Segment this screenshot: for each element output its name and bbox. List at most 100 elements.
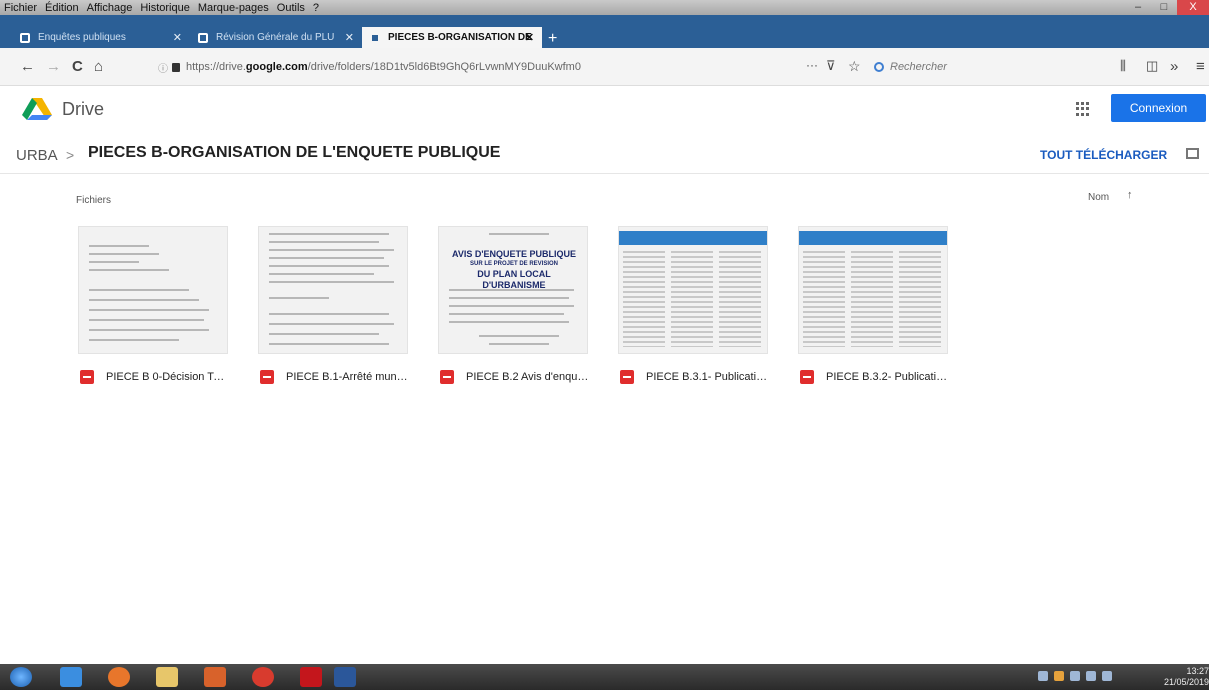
thumbnail-heading-line3: DU PLAN LOCAL D'URBANISME (477, 269, 551, 290)
clock[interactable]: 13:27 21/05/2019 (1164, 666, 1209, 688)
acrobat-icon[interactable] (300, 667, 322, 687)
lock-icon (172, 62, 180, 72)
search-placeholder: Rechercher (890, 61, 947, 73)
navigation-bar: ← → C ⌂ ⓘ https://drive. google.com/drive… (0, 48, 1209, 86)
drive-app-name[interactable]: Drive (62, 99, 104, 120)
sort-by-name[interactable]: Nom (1088, 192, 1109, 203)
search-icon (874, 62, 884, 72)
file-footer: PIECE B 0-Décision TA ... (80, 366, 230, 388)
tab-label: Révision Générale du PLU (216, 32, 335, 43)
window-controls: – □ X (1125, 0, 1209, 15)
network-icon[interactable] (1086, 671, 1096, 681)
start-button-icon[interactable] (10, 667, 32, 687)
file-card[interactable]: PIECE B 0-Décision TA ... (70, 226, 230, 398)
tray-icon[interactable] (1070, 671, 1080, 681)
menu-tools[interactable]: Outils (277, 2, 305, 14)
file-thumbnail[interactable]: AVIS D'ENQUETE PUBLIQUE SUR LE PROJET DE… (438, 226, 588, 354)
tab-close-icon[interactable]: ✕ (525, 31, 534, 44)
file-name: PIECE B.3.2- Publicatio... (826, 371, 950, 383)
menu-edit[interactable]: Édition (45, 2, 79, 14)
library-icon[interactable]: ⫼ (1120, 58, 1126, 74)
file-card[interactable]: PIECE B.3.2- Publicatio... (790, 226, 950, 398)
sort-direction-icon[interactable]: ↑ (1127, 189, 1133, 201)
hamburger-menu-icon[interactable]: ≡ (1196, 58, 1205, 75)
home-icon[interactable]: ⌂ (94, 58, 103, 75)
search-input[interactable]: Rechercher (874, 54, 1074, 80)
drive-logo-icon[interactable] (22, 98, 52, 120)
taskbar: 13:27 21/05/2019 (0, 664, 1209, 690)
tab-pieces-b[interactable]: PIECES B-ORGANISATION DE ✕ (362, 27, 542, 48)
maximize-button[interactable]: □ (1151, 0, 1177, 15)
tab-close-icon[interactable]: ✕ (345, 31, 354, 44)
menu-view[interactable]: Affichage (87, 2, 133, 14)
back-icon[interactable]: ← (20, 58, 35, 75)
tab-favicon-icon (198, 32, 208, 43)
file-card[interactable]: PIECE B.1-Arrêté munic... (250, 226, 410, 398)
internet-explorer-icon[interactable] (60, 667, 82, 687)
signin-button[interactable]: Connexion (1111, 94, 1206, 122)
url-domain: google.com (245, 61, 308, 73)
menu-history[interactable]: Historique (140, 2, 190, 14)
page-actions-icon[interactable]: ··· (806, 58, 818, 72)
tray-icon[interactable] (1038, 671, 1048, 681)
bookmark-star-icon[interactable]: ☆ (848, 58, 861, 75)
file-footer: PIECE B.3.2- Publicatio... (800, 366, 950, 388)
tab-label: PIECES B-ORGANISATION DE (388, 32, 532, 43)
thumbnail-heading-line1: AVIS D'ENQUETE PUBLIQUE (452, 249, 576, 259)
file-card[interactable]: AVIS D'ENQUETE PUBLIQUE SUR LE PROJET DE… (430, 226, 590, 398)
close-window-button[interactable]: X (1177, 0, 1209, 15)
file-footer: PIECE B.2 Avis d'enquê... (440, 366, 590, 388)
file-thumbnail[interactable] (618, 226, 768, 354)
menu-bookmarks[interactable]: Marque-pages (198, 2, 269, 14)
drive-favicon-icon (370, 32, 380, 43)
tab-favicon-icon (20, 32, 30, 43)
pdf-icon (260, 370, 274, 384)
reload-icon[interactable]: C (72, 58, 83, 75)
clock-time: 13:27 (1186, 666, 1209, 676)
sidebar-icon[interactable]: ◫ (1146, 58, 1158, 74)
file-name: PIECE B.3.1- Publicatio... (646, 371, 770, 383)
file-explorer-icon[interactable] (156, 667, 178, 687)
tab-label: Enquêtes publiques (38, 32, 126, 43)
file-card[interactable]: PIECE B.3.1- Publicatio... (610, 226, 770, 398)
pocket-icon[interactable]: ⊽ (826, 58, 836, 74)
breadcrumb: URBA > PIECES B-ORGANISATION DE L'ENQUET… (0, 136, 1209, 174)
tab-close-icon[interactable]: ✕ (173, 31, 182, 44)
list-view-icon[interactable] (1186, 148, 1199, 159)
volume-icon[interactable] (1102, 671, 1112, 681)
word-icon[interactable] (334, 667, 356, 687)
overflow-icon[interactable]: » (1170, 58, 1178, 75)
files-section-label: Fichiers (76, 195, 112, 206)
folder-title: PIECES B-ORGANISATION DE L'ENQUETE PUBLI… (88, 144, 501, 161)
file-thumbnail[interactable] (258, 226, 408, 354)
apps-grid-icon[interactable] (1076, 102, 1090, 116)
clock-date: 21/05/2019 (1164, 677, 1209, 687)
tab-enquetes-publiques[interactable]: Enquêtes publiques ✕ (12, 27, 190, 48)
firefox-icon[interactable] (108, 667, 130, 687)
file-name: PIECE B.2 Avis d'enquê... (466, 371, 590, 383)
tab-strip: Enquêtes publiques ✕ Révision Générale d… (0, 15, 1209, 48)
info-icon[interactable]: ⓘ (158, 60, 168, 75)
tray-icon[interactable] (1054, 671, 1064, 681)
forward-icon[interactable]: → (46, 58, 61, 75)
office-icon[interactable] (204, 667, 226, 687)
tab-revision-plu[interactable]: Révision Générale du PLU ✕ (190, 27, 362, 48)
minimize-button[interactable]: – (1125, 0, 1151, 15)
new-tab-button[interactable]: + (548, 30, 557, 48)
url-bar[interactable]: ⓘ https://drive. google.com/drive/folders… (158, 54, 868, 80)
breadcrumb-root[interactable]: URBA (16, 147, 58, 164)
pdf-icon (440, 370, 454, 384)
url-path: /drive/folders/18D1tv5ld6Bt9GhQ6rLvwnMY9… (307, 61, 581, 73)
file-thumbnail[interactable] (798, 226, 948, 354)
pdf-icon (800, 370, 814, 384)
menu-file[interactable]: Fichier (4, 2, 37, 14)
menu-help[interactable]: ? (313, 2, 319, 14)
pdf-icon (620, 370, 634, 384)
file-footer: PIECE B.1-Arrêté munic... (260, 366, 410, 388)
chrome-icon[interactable] (252, 667, 274, 687)
drive-header: Drive Connexion (0, 86, 1209, 134)
download-all-button[interactable]: TOUT TÉLÉCHARGER (1040, 148, 1167, 162)
file-name: PIECE B.1-Arrêté munic... (286, 371, 410, 383)
file-thumbnail[interactable] (78, 226, 228, 354)
thumbnail-heading: AVIS D'ENQUETE PUBLIQUE SUR LE PROJET DE… (449, 249, 579, 291)
